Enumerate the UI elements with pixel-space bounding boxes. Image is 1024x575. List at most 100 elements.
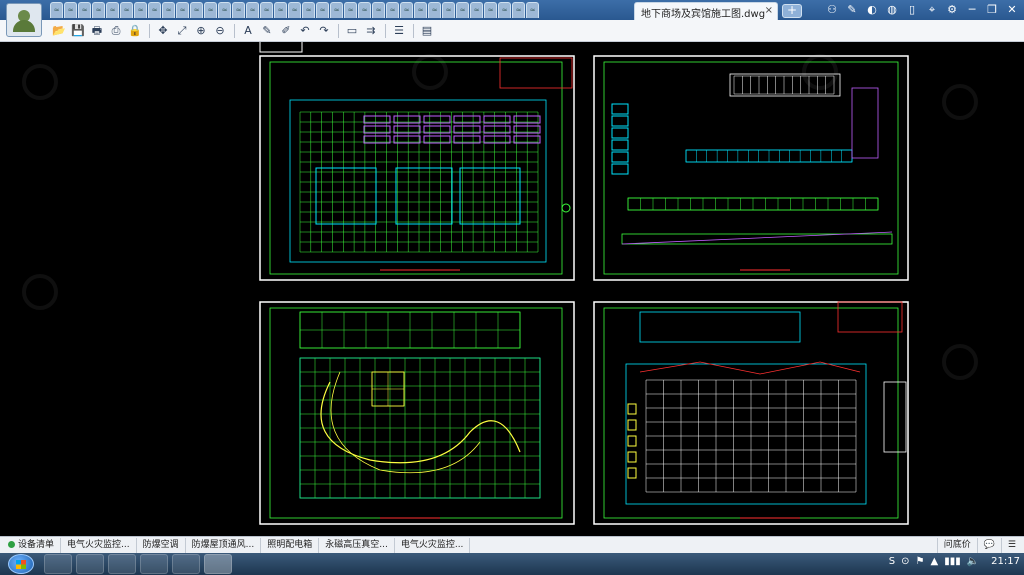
volume-icon[interactable]: 🔈 <box>967 556 979 567</box>
document-tab[interactable]: ≈ <box>456 2 469 18</box>
close-tab-icon[interactable]: × <box>765 5 773 16</box>
elevation-facade <box>729 73 841 97</box>
mobile-icon[interactable]: ▯ <box>904 2 920 18</box>
messenger-app[interactable] <box>140 554 168 574</box>
document-tab[interactable]: ≈ <box>274 2 287 18</box>
document-tab[interactable]: ≈ <box>176 2 189 18</box>
text-icon[interactable]: A <box>239 23 257 39</box>
drawing-tab-2[interactable]: 电气火灾监控... <box>61 538 137 553</box>
revision-cloud <box>499 57 573 89</box>
settings-icon[interactable]: ⚙ <box>944 2 960 18</box>
document-tab[interactable]: ≈ <box>218 2 231 18</box>
archive-app[interactable] <box>172 554 200 574</box>
zoom-out-icon[interactable]: ⊖ <box>211 23 229 39</box>
document-tab[interactable]: ≈ <box>190 2 203 18</box>
theme-icon[interactable]: ◐ <box>864 2 880 18</box>
document-tab[interactable]: ≈ <box>512 2 525 18</box>
undo-icon[interactable]: ↶ <box>296 23 314 39</box>
editor-app[interactable] <box>76 554 104 574</box>
document-tab[interactable]: ≈ <box>386 2 399 18</box>
document-tab[interactable]: ≈ <box>134 2 147 18</box>
lock-icon[interactable]: 🔒 <box>126 23 144 39</box>
drawing-tab-1[interactable]: 设备清单 <box>2 538 62 553</box>
document-tab[interactable]: ≈ <box>92 2 105 18</box>
print-icon[interactable]: 🖶 <box>88 23 106 39</box>
document-tab[interactable]: ≈ <box>316 2 329 18</box>
share-icon[interactable]: ⚇ <box>824 2 840 18</box>
document-tab[interactable]: ≈ <box>204 2 217 18</box>
locate-icon[interactable]: ⌖ <box>924 2 940 18</box>
document-tab[interactable]: ≈ <box>442 2 455 18</box>
document-tab[interactable]: ≈ <box>246 2 259 18</box>
cloud-icon[interactable]: ◍ <box>884 2 900 18</box>
document-tab[interactable]: ≈ <box>162 2 175 18</box>
ask-price-button[interactable]: 问底价 <box>936 538 977 553</box>
document-tab[interactable]: ≈ <box>372 2 385 18</box>
document-tab[interactable]: ≈ <box>414 2 427 18</box>
minimize-icon[interactable]: ─ <box>964 2 980 18</box>
open-icon[interactable]: 📂 <box>50 23 68 39</box>
document-tab[interactable]: ≈ <box>526 2 539 18</box>
pan-icon[interactable]: ✥ <box>154 23 172 39</box>
document-tab[interactable]: ≈ <box>148 2 161 18</box>
highlighter-icon[interactable]: ✐ <box>277 23 295 39</box>
sogou-ime-icon[interactable]: S <box>889 556 895 567</box>
close-window-icon[interactable]: ✕ <box>1004 2 1020 18</box>
document-tab[interactable]: ≈ <box>288 2 301 18</box>
user-avatar[interactable] <box>6 3 42 37</box>
export-pdf-icon[interactable]: ⎙ <box>107 23 125 39</box>
zoom-in-icon[interactable]: ⊕ <box>192 23 210 39</box>
document-tab[interactable]: ≈ <box>50 2 63 18</box>
document-tab[interactable]: ≈ <box>470 2 483 18</box>
restore-icon[interactable]: ❐ <box>984 2 1000 18</box>
document-tab[interactable]: ≈ <box>400 2 413 18</box>
document-tab[interactable]: ≈ <box>260 2 273 18</box>
chat-icon[interactable]: 💬 <box>976 538 1001 553</box>
document-tab[interactable]: ≈ <box>358 2 371 18</box>
plan-outline <box>289 99 547 263</box>
layers-icon[interactable]: ☰ <box>390 23 408 39</box>
cad-app[interactable] <box>204 554 232 574</box>
toolbar-separator <box>234 24 235 38</box>
document-tab[interactable]: ≈ <box>232 2 245 18</box>
document-tab[interactable]: ≈ <box>498 2 511 18</box>
browser-app[interactable] <box>44 554 72 574</box>
network-icon[interactable]: ▮▮▮ <box>944 556 961 567</box>
system-clock[interactable]: 21:17 <box>991 556 1020 567</box>
document-tab[interactable]: ≈ <box>344 2 357 18</box>
add-tab-button[interactable]: + <box>782 4 802 18</box>
help-icon[interactable]: ⊙ <box>901 556 909 567</box>
explorer-app[interactable] <box>108 554 136 574</box>
properties-icon[interactable]: ▤ <box>418 23 436 39</box>
tab-active-document[interactable]: 地下商场及宾馆施工图.dwg × <box>634 2 778 20</box>
title-bar: ≈ ≈ ≈ ≈ ≈ ≈ ≈ ≈ ≈ ≈ ≈ ≈ ≈ ≈ ≈ ≈ ≈ ≈ ≈ ≈ ≈ ≈ ≈ ≈ ≈ ≈ ≈ ≈ ≈ ≈ ≈ ≈ ≈ ≈ ≈ 地下商场… <box>0 0 1024 20</box>
document-tab[interactable]: ≈ <box>120 2 133 18</box>
edit-icon[interactable]: ✎ <box>844 2 860 18</box>
start-button[interactable] <box>8 554 34 574</box>
show-hidden-icon[interactable]: ▲ <box>931 556 939 567</box>
document-tab[interactable]: ≈ <box>428 2 441 18</box>
system-tray: S ⊙ ⚑ ▲ ▮▮▮ 🔈 21:17 <box>889 556 1020 567</box>
measure-icon[interactable]: ▭ <box>343 23 361 39</box>
drawing-canvas[interactable] <box>0 42 1024 536</box>
flag-icon[interactable]: ⚑ <box>916 556 925 567</box>
document-tab[interactable]: ≈ <box>78 2 91 18</box>
drawing-sheet-fragment <box>259 42 303 53</box>
drawing-tab-4[interactable]: 防爆屋顶通风... <box>186 538 262 553</box>
menu-icon[interactable]: ☰ <box>1000 538 1022 553</box>
save-icon[interactable]: 💾 <box>69 23 87 39</box>
pencil-icon[interactable]: ✎ <box>258 23 276 39</box>
document-tab[interactable]: ≈ <box>64 2 77 18</box>
document-tab[interactable]: ≈ <box>330 2 343 18</box>
cad-drawing[interactable] <box>0 42 1024 536</box>
zoom-realtime-icon[interactable]: ⤢ <box>173 23 191 39</box>
drawing-tab-3[interactable]: 防爆空调 <box>137 538 186 553</box>
document-tab[interactable]: ≈ <box>106 2 119 18</box>
document-tab[interactable]: ≈ <box>484 2 497 18</box>
dimension-icon[interactable]: ⇉ <box>362 23 380 39</box>
drawing-tab-5[interactable]: 照明配电箱 <box>261 538 320 553</box>
redo-icon[interactable]: ↷ <box>315 23 333 39</box>
document-tab[interactable]: ≈ <box>302 2 315 18</box>
drawing-tab-6[interactable]: 永磁高压真空... <box>319 538 395 553</box>
drawing-tab-7[interactable]: 电气火灾监控... <box>395 538 471 553</box>
